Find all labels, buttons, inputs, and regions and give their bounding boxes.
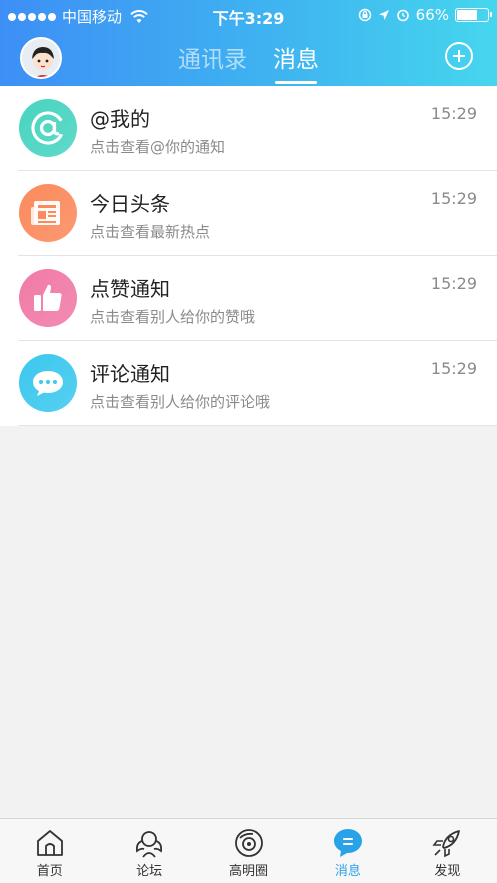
- header: 中国移动 下午3:29 66% 通讯录 消息: [0, 0, 497, 86]
- thumbs-up-icon: [19, 269, 77, 327]
- list-item-mentions[interactable]: @我的 点击查看@你的通知 15:29: [0, 86, 497, 171]
- tabbar-label: 消息: [334, 864, 361, 879]
- tabbar-label: 高明圈: [229, 864, 269, 879]
- battery-fill: [457, 10, 477, 20]
- item-title: 评论通知: [90, 362, 170, 386]
- battery-label: 66%: [415, 6, 449, 24]
- divider: [18, 425, 497, 426]
- list-item-likes[interactable]: 点赞通知 点击查看别人给你的赞哦 15:29: [0, 256, 497, 341]
- item-title: 今日头条: [90, 192, 170, 216]
- item-subtitle: 点击查看@你的通知: [90, 138, 226, 156]
- item-time: 15:29: [430, 274, 477, 293]
- header-tabs: 通讯录 消息: [0, 40, 497, 86]
- item-subtitle: 点击查看别人给你的赞哦: [90, 308, 256, 326]
- tabbar-label: 论坛: [136, 864, 163, 879]
- item-time: 15:29: [430, 104, 477, 123]
- home-icon: [36, 830, 63, 856]
- tabbar-item-circle[interactable]: 高明圈: [199, 819, 298, 883]
- item-time: 15:29: [430, 189, 477, 208]
- status-right: 66%: [358, 6, 492, 24]
- add-button[interactable]: [445, 42, 473, 70]
- status-bar: 中国移动 下午3:29 66%: [0, 0, 497, 30]
- rotation-lock-icon: [358, 8, 371, 22]
- tab-bar: 首页 论坛 高明圈 消息 发现: [0, 818, 497, 883]
- location-icon: [378, 10, 389, 20]
- forum-icon: [136, 831, 163, 858]
- comment-icon: [19, 354, 77, 412]
- alarm-icon: [396, 9, 409, 22]
- rocket-icon: [432, 830, 461, 858]
- circle-icon: [234, 829, 263, 857]
- item-subtitle: 点击查看最新热点: [90, 223, 211, 241]
- tab-messages[interactable]: 消息: [273, 40, 319, 86]
- item-subtitle: 点击查看别人给你的评论哦: [90, 393, 271, 411]
- list-item-headlines[interactable]: 今日头条 点击查看最新热点 15:29: [0, 171, 497, 256]
- list-item-comments[interactable]: 评论通知 点击查看别人给你的评论哦 15:29: [0, 341, 497, 426]
- tabbar-item-home[interactable]: 首页: [0, 819, 99, 883]
- at-icon: [19, 99, 77, 157]
- newspaper-icon: [19, 184, 77, 242]
- item-title: @我的: [90, 107, 150, 131]
- tabbar-item-messages[interactable]: 消息: [298, 819, 397, 883]
- tabbar-label: 发现: [434, 864, 461, 879]
- item-title: 点赞通知: [90, 277, 170, 301]
- tab-contacts[interactable]: 通讯录: [178, 40, 247, 86]
- message-icon: [333, 829, 362, 857]
- tabbar-item-discover[interactable]: 发现: [398, 819, 497, 883]
- item-time: 15:29: [430, 359, 477, 378]
- tabbar-item-forum[interactable]: 论坛: [99, 819, 198, 883]
- tabbar-label: 首页: [36, 864, 63, 879]
- battery-icon: [455, 8, 492, 22]
- message-list: @我的 点击查看@你的通知 15:29 今日头条 点击查看最新热点 15:29: [0, 86, 497, 426]
